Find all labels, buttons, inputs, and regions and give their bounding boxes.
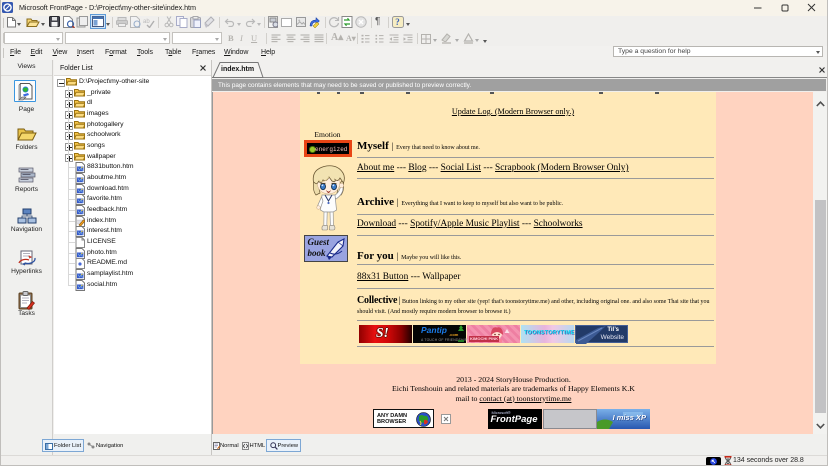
svg-text:ab: ab — [143, 19, 150, 25]
svg-text:?: ? — [395, 17, 400, 27]
